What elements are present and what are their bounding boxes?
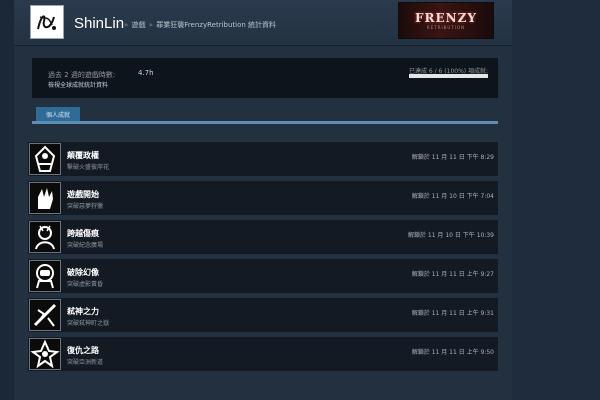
achievement-title: 復仇之路 (67, 345, 99, 355)
stats-summary: 過去 2 週的遊戲時數: 4.7h 檢視全球成就統計資料 已達成 6 / 6 (… (32, 58, 498, 98)
achievement-list: 顛覆政權 擊破火盛彼岸花 解鎖於 11 月 11 日 下午 8:29 遊戲開始 … (28, 142, 498, 376)
tab-personal-achievements[interactable]: 個人成就 (36, 107, 80, 121)
achievement-row: 弒神之力 突破弒神町之嶽 解鎖於 11 月 11 日 上午 9:31 (28, 298, 498, 332)
achievement-description: 突破虛影黃昏 (67, 281, 104, 288)
playtime-value: 4.7h (138, 69, 154, 77)
achievement-title: 破除幻像 (67, 267, 99, 277)
achievement-progress-fill (409, 74, 488, 78)
achievement-description: 突破紀念廣場 (67, 242, 104, 249)
achievement-title: 遊戲開始 (67, 189, 99, 199)
achievement-title: 弒神之力 (67, 306, 99, 316)
hand-icon (29, 182, 61, 214)
avatar[interactable] (30, 5, 64, 39)
warrior-crest-icon (29, 338, 61, 370)
achievement-unlock-date: 解鎖於 11 月 11 日 下午 8:29 (411, 154, 494, 161)
achievement-progress-bar (409, 74, 488, 78)
avatar-scribble-icon (37, 15, 56, 30)
slash-icon (29, 299, 61, 331)
achievement-unlock-date: 解鎖於 11 月 11 日 上午 9:31 (411, 310, 494, 317)
mask-figure-icon (29, 143, 61, 175)
achievement-title: 顛覆政權 (67, 150, 99, 160)
warrior-icon (29, 221, 61, 253)
breadcrumb-games[interactable]: 遊戲 (132, 21, 146, 29)
stats-page: ShinLin » 遊戲 » 罪業狂襲FrenzyRetribution 統計資… (14, 0, 512, 400)
achievement-unlock-date: 解鎖於 11 月 11 日 上午 9:27 (411, 271, 494, 278)
username[interactable]: ShinLin (74, 15, 124, 32)
astronaut-icon (29, 260, 61, 292)
achievement-description: 突破惡夢狩獵 (67, 203, 104, 210)
tab-underline (32, 121, 498, 124)
game-logo-subtitle: RETRIBUTION (426, 25, 466, 30)
achievement-row: 遊戲開始 突破惡夢狩獵 解鎖於 11 月 10 日 下午 7:04 (28, 181, 498, 215)
profile-header: ShinLin » 遊戲 » 罪業狂襲FrenzyRetribution 統計資… (14, 0, 512, 46)
achievement-unlock-date: 解鎖於 11 月 11 日 上午 9:50 (411, 349, 494, 356)
game-logo: FRENZY (415, 11, 477, 25)
game-banner[interactable]: FRENZY RETRIBUTION (398, 2, 494, 39)
breadcrumb-separator: » (124, 21, 129, 29)
left-gutter (0, 0, 14, 400)
breadcrumb-game-stats[interactable]: 罪業狂襲FrenzyRetribution 統計資料 (156, 21, 276, 29)
achievement-unlock-date: 解鎖於 11 月 10 日 下午 10:39 (407, 232, 494, 239)
global-stats-link[interactable]: 檢視全球成就統計資料 (48, 80, 108, 89)
achievement-description: 突破弒神町之嶽 (67, 320, 110, 327)
achievement-description: 擊破火盛彼岸花 (67, 164, 110, 171)
achievement-description: 突破亞洲新道 (67, 359, 104, 366)
playtime-label: 過去 2 週的遊戲時數: (48, 71, 116, 79)
achievement-row: 顛覆政權 擊破火盛彼岸花 解鎖於 11 月 11 日 下午 8:29 (28, 142, 498, 176)
breadcrumb-separator: » (148, 21, 154, 29)
achievement-row: 破除幻像 突破虛影黃昏 解鎖於 11 月 11 日 上午 9:27 (28, 259, 498, 293)
achievement-row: 復仇之路 突破亞洲新道 解鎖於 11 月 11 日 上午 9:50 (28, 337, 498, 371)
breadcrumb: » 遊戲 » 罪業狂襲FrenzyRetribution 統計資料 (123, 20, 276, 30)
right-gutter (512, 0, 600, 400)
achievement-row: 跨越傷痕 突破紀念廣場 解鎖於 11 月 10 日 下午 10:39 (28, 220, 498, 254)
achievement-title: 跨越傷痕 (67, 228, 99, 238)
achievement-unlock-date: 解鎖於 11 月 10 日 下午 7:04 (411, 193, 494, 200)
